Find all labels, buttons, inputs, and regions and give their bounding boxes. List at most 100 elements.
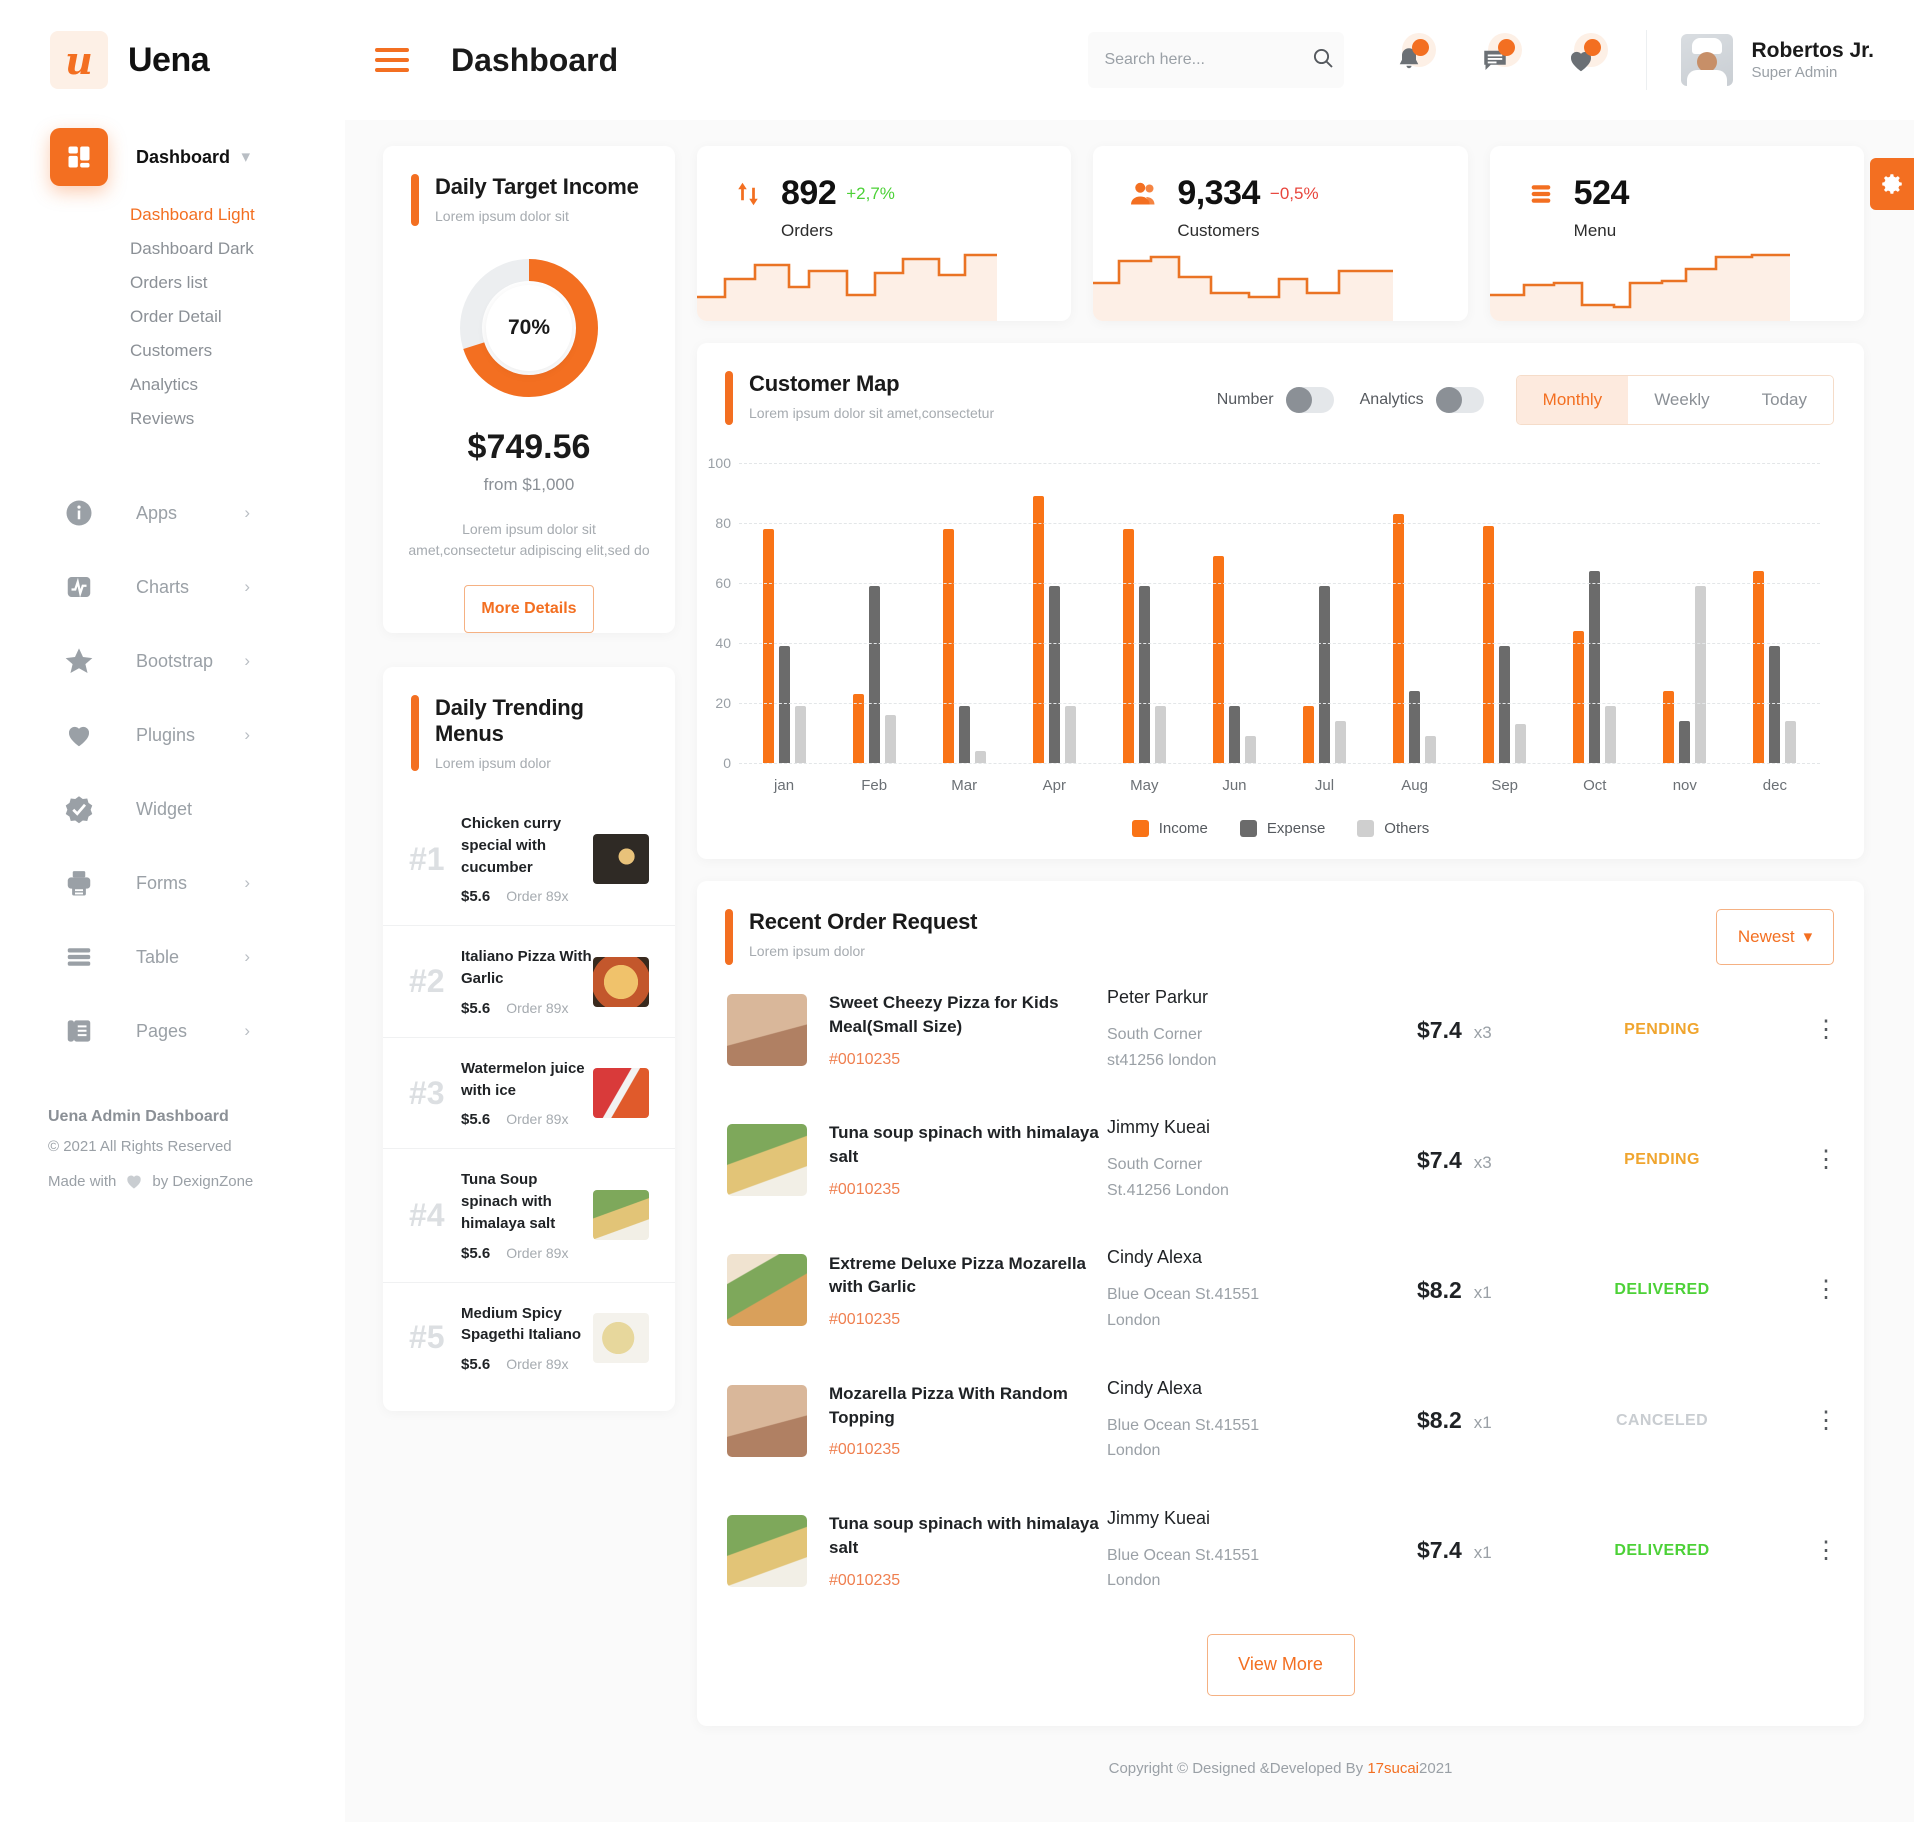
bar-expense[interactable] [1319,586,1330,763]
toggle-switch-analytics[interactable] [1435,387,1484,413]
trending-item[interactable]: #3 Watermelon juice with ice $5.6 Order 89x [383,1038,675,1150]
bar-others[interactable] [1425,736,1437,763]
donut-chart: 70% [383,254,675,402]
order-row[interactable]: Tuna soup spinach with himalaya salt #001… [697,1095,1864,1225]
sidebar-item-dashboard[interactable]: Dashboard ▾ [0,120,345,194]
order-row[interactable]: Sweet Cheezy Pizza for Kids Meal(Small S… [697,965,1864,1095]
brand[interactable]: u Uena [0,0,345,120]
sidebar-subitem-order-detail[interactable]: Order Detail [0,300,345,334]
sidebar-item-apps[interactable]: Apps › [0,476,345,550]
segment-weekly[interactable]: Weekly [1628,376,1736,424]
bar-income[interactable] [1303,706,1314,763]
bar-expense[interactable] [1679,721,1691,763]
bar-expense[interactable] [1409,691,1421,763]
bar-expense[interactable] [1589,571,1601,763]
search-box[interactable] [1088,32,1345,88]
more-details-button[interactable]: More Details [464,585,594,633]
bar-others[interactable] [1785,721,1797,763]
footer-link[interactable]: 17sucai [1367,1760,1419,1777]
trending-item[interactable]: #2 Italiano Pizza With Garlic $5.6 Order 89… [383,926,675,1038]
trending-item[interactable]: #4 Tuna Soup spinach with himalaya salt $5… [383,1149,675,1283]
messages-button[interactable] [1474,33,1523,81]
bar-expense[interactable] [1228,706,1240,763]
segment-monthly[interactable]: Monthly [1516,376,1629,424]
bar-expense[interactable] [958,706,970,763]
bar-others[interactable] [794,706,806,763]
y-axis-tick: 20 [715,695,731,711]
sort-dropdown[interactable]: Newest ▾ [1716,909,1834,965]
star-icon [50,632,108,690]
sidebar-subitem-orders-list[interactable]: Orders list [0,266,345,300]
order-row[interactable]: Extreme Deluxe Pizza Mozarella with Garl… [697,1225,1864,1355]
bar-expense[interactable] [1769,646,1781,763]
bar-others[interactable] [1335,721,1346,763]
order-row[interactable]: Tuna soup spinach with himalaya salt #001… [697,1486,1864,1616]
bar-expense[interactable] [1048,586,1060,763]
bar-others[interactable] [1695,586,1707,763]
bar-expense[interactable] [1138,586,1150,763]
sidebar-item-pages[interactable]: Pages › [0,994,345,1068]
order-more-options-icon[interactable]: ⋮ [1814,1018,1838,1042]
toggle-switch-number[interactable] [1285,387,1334,413]
bar-income[interactable] [1483,526,1495,763]
trending-item[interactable]: #5 Medium Spicy Spagethi Italiano $5.6 Orde… [383,1283,675,1394]
toggle-number[interactable]: Number [1217,387,1334,413]
bar-group [919,463,1009,763]
sidebar-subitem-analytics[interactable]: Analytics [0,368,345,402]
bar-income[interactable] [762,529,774,763]
bar-others[interactable] [1154,706,1166,763]
bar-others[interactable] [1515,724,1527,763]
orders-list: Sweet Cheezy Pizza for Kids Meal(Small S… [697,965,1864,1616]
bar-expense[interactable] [1499,646,1511,763]
bar-others[interactable] [884,715,896,763]
bar-income[interactable] [1393,514,1405,763]
bar-income[interactable] [942,529,954,763]
search-icon[interactable] [1311,46,1335,75]
sidebar-item-widget[interactable]: Widget [0,772,345,846]
order-more-options-icon[interactable]: ⋮ [1814,1148,1838,1172]
settings-gear-icon[interactable] [1870,158,1914,210]
sidebar-subitem-reviews[interactable]: Reviews [0,402,345,436]
legend-item[interactable]: Others [1357,820,1429,837]
bar-income[interactable] [1122,529,1134,763]
toggle-analytics[interactable]: Analytics [1360,387,1484,413]
view-more-button[interactable]: View More [1206,1633,1355,1696]
order-address: South Corner St.41256 London [1107,1156,1229,1199]
legend-item[interactable]: Income [1131,820,1208,837]
bar-income[interactable] [1032,496,1044,763]
bar-expense[interactable] [778,646,790,763]
sidebar-item-bootstrap[interactable]: Bootstrap › [0,624,345,698]
bar-income[interactable] [1573,631,1585,763]
sidebar-item-charts[interactable]: Charts › [0,550,345,624]
chart-icon [50,558,108,616]
order-more-options-icon[interactable]: ⋮ [1814,1408,1838,1432]
bar-income[interactable] [852,694,864,763]
card-subtitle: Lorem ipsum dolor sit amet,consectetur [749,405,995,421]
bar-others[interactable] [1064,706,1076,763]
search-input[interactable] [1104,51,1312,69]
sidebar-item-plugins[interactable]: Plugins › [0,698,345,772]
sidebar-item-forms[interactable]: Forms › [0,846,345,920]
bar-expense[interactable] [868,586,880,763]
order-more-options-icon[interactable]: ⋮ [1814,1278,1838,1302]
notifications-button[interactable] [1388,33,1437,81]
sidebar-subitem-dashboard-dark[interactable]: Dashboard Dark [0,232,345,266]
bar-others[interactable] [1605,706,1617,763]
sidebar-subitem-dashboard-light[interactable]: Dashboard Light [0,198,345,232]
order-row[interactable]: Mozarella Pizza With Random Topping #0010… [697,1356,1864,1486]
order-more-options-icon[interactable]: ⋮ [1814,1538,1838,1562]
favorites-button[interactable] [1560,33,1609,81]
bar-income[interactable] [1212,556,1224,763]
bar-income[interactable] [1753,571,1765,763]
hamburger-menu-icon[interactable] [375,42,409,78]
bar-others[interactable] [1244,736,1256,763]
legend-item[interactable]: Expense [1239,820,1325,837]
profile-menu[interactable]: Robertos Jr. Super Admin [1681,34,1874,86]
sidebar-item-table[interactable]: Table › [0,920,345,994]
sidebar-subitem-customers[interactable]: Customers [0,334,345,368]
printer-icon [50,854,108,912]
trending-item[interactable]: #1 Chicken curry special with cucumber $5.… [383,793,675,927]
segment-today[interactable]: Today [1735,376,1833,424]
bar-others[interactable] [974,751,986,763]
bar-income[interactable] [1663,691,1675,763]
